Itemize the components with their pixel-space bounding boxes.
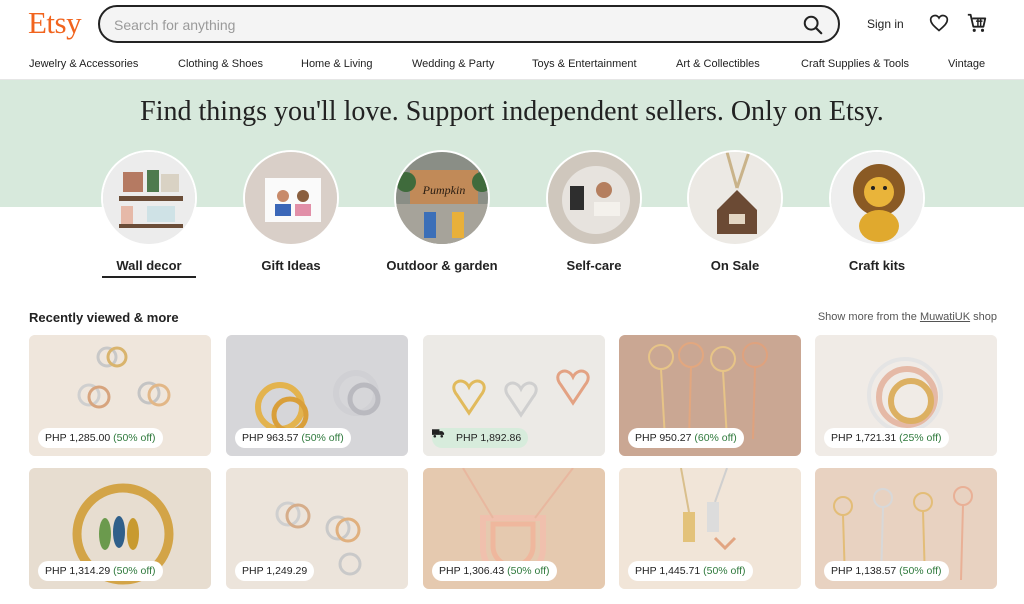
price-tag: PHP 1,445.71 (50% off) — [628, 561, 753, 581]
discount: (50% off) — [899, 565, 942, 577]
discount: (50% off) — [301, 432, 344, 444]
show-more-prefix: Show more from the — [817, 311, 917, 323]
listing-card[interactable]: PHP 1,314.29 (50% off) — [29, 468, 211, 589]
nav-item-toys[interactable]: Toys & Entertainment — [532, 58, 637, 70]
price-tag: PHP 1,285.00 (50% off) — [38, 428, 163, 448]
discount: (50% off) — [703, 565, 746, 577]
show-more-shop: Show more from the MuwatiUK shop — [818, 311, 997, 323]
svg-text:Pumpkin: Pumpkin — [422, 183, 466, 197]
price-value: PHP 1,314.29 — [45, 565, 111, 577]
price-value: PHP 1,445.71 — [635, 565, 701, 577]
price-tag: PHP 1,138.57 (50% off) — [824, 561, 949, 581]
category-image — [687, 150, 783, 246]
search-bar[interactable] — [98, 5, 840, 43]
listing-card[interactable]: PHP 1,721.31 (25% off) — [815, 335, 997, 456]
category-outdoor-garden[interactable]: Pumpkin Outdoor & garden — [382, 150, 502, 273]
price-tag: PHP 1,892.86 — [432, 428, 529, 448]
price-value: PHP 1,892.86 — [456, 432, 522, 444]
price-value: PHP 950.27 — [635, 432, 692, 444]
price-value: PHP 1,138.57 — [831, 565, 897, 577]
sign-in-link[interactable]: Sign in — [867, 17, 904, 31]
price-tag: PHP 1,314.29 (50% off) — [38, 561, 163, 581]
discount: (25% off) — [899, 432, 942, 444]
discount: (50% off) — [507, 565, 550, 577]
nav-item-art[interactable]: Art & Collectibles — [676, 58, 760, 70]
listing-card[interactable]: PHP 1,306.43 (50% off) — [423, 468, 605, 589]
section-title: Recently viewed & more — [29, 310, 179, 325]
category-self-care[interactable]: Self-care — [534, 150, 654, 273]
nav-item-wedding[interactable]: Wedding & Party — [412, 58, 494, 70]
etsy-logo[interactable]: Etsy — [28, 5, 82, 41]
listing-card[interactable]: PHP 1,138.57 (50% off) — [815, 468, 997, 589]
nav-item-home[interactable]: Home & Living — [301, 58, 373, 70]
category-on-sale[interactable]: On Sale — [675, 150, 795, 273]
listing-card[interactable]: PHP 950.27 (60% off) — [619, 335, 801, 456]
category-gift-ideas[interactable]: Gift Ideas — [231, 150, 351, 273]
category-label: On Sale — [710, 258, 760, 273]
category-image — [101, 150, 197, 246]
search-input[interactable] — [114, 15, 774, 35]
price-tag: PHP 1,721.31 (25% off) — [824, 428, 949, 448]
price-tag: PHP 1,306.43 (50% off) — [432, 561, 557, 581]
discount: (60% off) — [694, 432, 737, 444]
category-craft-kits[interactable]: Craft kits — [817, 150, 937, 273]
price-value: PHP 963.57 — [242, 432, 299, 444]
category-label: Craft kits — [848, 258, 906, 273]
listing-card[interactable]: PHP 963.57 (50% off) — [226, 335, 408, 456]
price-tag: PHP 963.57 (50% off) — [235, 428, 351, 448]
listing-card[interactable]: PHP 1,445.71 (50% off) — [619, 468, 801, 589]
price-value: PHP 1,285.00 — [45, 432, 111, 444]
nav-item-jewelry[interactable]: Jewelry & Accessories — [29, 58, 138, 70]
discount: (50% off) — [113, 432, 156, 444]
category-image — [829, 150, 925, 246]
free-shipping-icon — [432, 429, 445, 438]
listing-card[interactable]: PHP 1,892.86 — [423, 335, 605, 456]
category-wall-decor[interactable]: Wall decor — [89, 150, 209, 278]
nav-item-clothing[interactable]: Clothing & Shoes — [178, 58, 263, 70]
category-nav: Jewelry & Accessories Clothing & Shoes H… — [0, 50, 1024, 80]
price-tag: PHP 950.27 (60% off) — [628, 428, 744, 448]
nav-item-vintage[interactable]: Vintage — [948, 58, 985, 70]
hero-headline: Find things you'll love. Support indepen… — [140, 96, 884, 127]
price-value: PHP 1,249.29 — [242, 565, 308, 577]
category-label: Self-care — [566, 258, 622, 273]
price-value: PHP 1,306.43 — [439, 565, 505, 577]
listing-card[interactable]: PHP 1,285.00 (50% off) — [29, 335, 211, 456]
price-value: PHP 1,721.31 — [831, 432, 897, 444]
header: Etsy Sign in — [0, 0, 1024, 50]
search-icon[interactable] — [802, 14, 824, 36]
category-image — [243, 150, 339, 246]
category-label: Gift Ideas — [261, 258, 321, 273]
category-image — [546, 150, 642, 246]
selected-underline — [102, 276, 196, 278]
category-label: Outdoor & garden — [386, 258, 498, 273]
heart-icon[interactable] — [929, 13, 949, 33]
price-tag: PHP 1,249.29 — [235, 561, 315, 581]
nav-item-craft[interactable]: Craft Supplies & Tools — [801, 58, 909, 70]
discount: (50% off) — [113, 565, 156, 577]
listing-card[interactable]: PHP 1,249.29 — [226, 468, 408, 589]
category-image: Pumpkin — [394, 150, 490, 246]
show-more-suffix: shop — [973, 311, 997, 323]
cart-icon[interactable] — [966, 12, 988, 34]
shop-link[interactable]: MuwatiUK — [920, 311, 970, 323]
category-label: Wall decor — [116, 258, 182, 273]
